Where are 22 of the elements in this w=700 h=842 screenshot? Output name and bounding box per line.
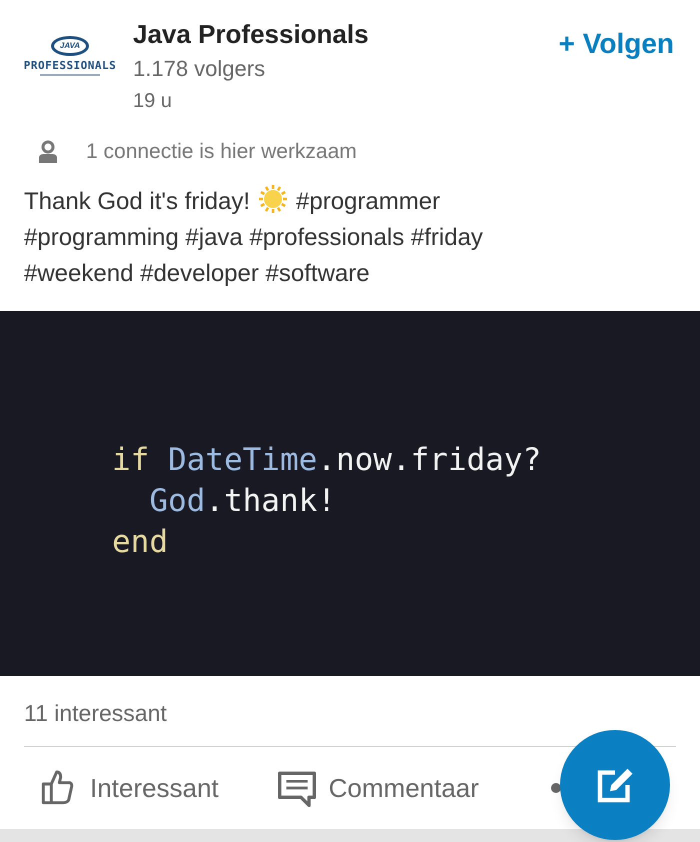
follow-button[interactable]: + Volgen xyxy=(558,26,674,62)
comment-button[interactable]: Commentaar xyxy=(276,768,479,808)
code-line: if DateTime.now.friday? xyxy=(112,441,542,480)
hashtag-link[interactable]: #professionals xyxy=(249,224,404,251)
code-image[interactable]: if DateTime.now.friday? God.thank! end xyxy=(0,311,700,676)
hashtag-link[interactable]: #java xyxy=(185,224,243,251)
follower-count: 1.178 volgers xyxy=(133,55,266,83)
hashtag-link[interactable]: #developer xyxy=(140,260,259,287)
hashtag-link[interactable]: #programmer xyxy=(296,188,440,215)
hashtag-link[interactable]: #friday xyxy=(410,224,483,251)
hashtag-link[interactable]: #programming xyxy=(24,224,179,251)
hashtag-link[interactable]: #software xyxy=(266,260,370,287)
code-line: end xyxy=(112,523,169,562)
code-line: God.thank! xyxy=(148,482,337,521)
reaction-count[interactable]: 11 interessant xyxy=(0,676,700,746)
post-text: Thank God it's friday! xyxy=(24,188,250,215)
connection-note[interactable]: 1 connectie is hier werkzaam xyxy=(86,136,357,168)
company-logo: JAVA PROFESSIONALS xyxy=(24,36,116,100)
post-time: 19 u xyxy=(133,89,173,114)
hashtag-link[interactable]: #weekend xyxy=(24,260,134,287)
company-name[interactable]: Java Professionals xyxy=(133,18,369,50)
like-button[interactable]: Interessant xyxy=(38,768,219,808)
